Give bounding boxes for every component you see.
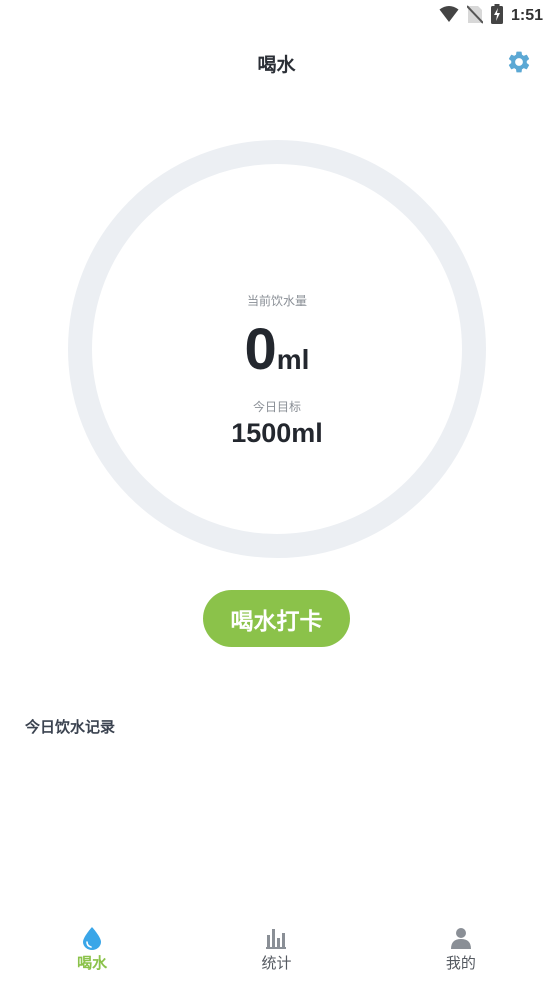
drink-checkin-button[interactable]: 喝水打卡 bbox=[203, 590, 350, 647]
current-intake-value: 0ml bbox=[68, 316, 486, 383]
water-tracker-screen: 1:51 喝水 当前饮水量 0ml 今日目标 1500ml 喝水打卡 今日饮水记… bbox=[0, 0, 553, 983]
bar-chart-icon bbox=[264, 926, 288, 950]
bottom-nav: 喝水 统计 我的 bbox=[0, 920, 553, 983]
current-intake-unit: ml bbox=[276, 344, 310, 375]
nav-item-profile[interactable]: 我的 bbox=[369, 920, 553, 983]
water-drop-icon bbox=[80, 926, 104, 950]
person-icon bbox=[449, 926, 473, 950]
app-header: 喝水 bbox=[0, 40, 553, 88]
page-title: 喝水 bbox=[257, 54, 296, 76]
nav-label-profile: 我的 bbox=[445, 954, 476, 972]
status-icons: 1:51 bbox=[439, 4, 543, 28]
today-records-title: 今日饮水记录 bbox=[25, 718, 116, 736]
gear-icon bbox=[506, 49, 532, 79]
wifi-icon bbox=[439, 5, 459, 27]
current-intake-label: 当前饮水量 bbox=[246, 294, 307, 308]
nav-item-drink[interactable]: 喝水 bbox=[0, 920, 184, 983]
settings-button[interactable] bbox=[505, 50, 533, 78]
battery-charging-icon bbox=[490, 4, 503, 28]
status-bar: 1:51 bbox=[0, 0, 553, 32]
daily-goal-value: 1500ml bbox=[231, 418, 323, 448]
nav-label-drink: 喝水 bbox=[77, 954, 108, 972]
nav-label-stats: 统计 bbox=[261, 954, 292, 972]
progress-ring: 当前饮水量 0ml 今日目标 1500ml bbox=[68, 140, 486, 558]
nav-item-stats[interactable]: 统计 bbox=[184, 920, 368, 983]
no-sim-icon bbox=[466, 4, 484, 28]
current-intake-number: 0 bbox=[244, 317, 277, 382]
daily-goal-label: 今日目标 bbox=[252, 400, 301, 414]
status-time: 1:51 bbox=[510, 7, 543, 24]
ring-info: 当前饮水量 0ml 今日目标 1500ml bbox=[68, 140, 486, 558]
